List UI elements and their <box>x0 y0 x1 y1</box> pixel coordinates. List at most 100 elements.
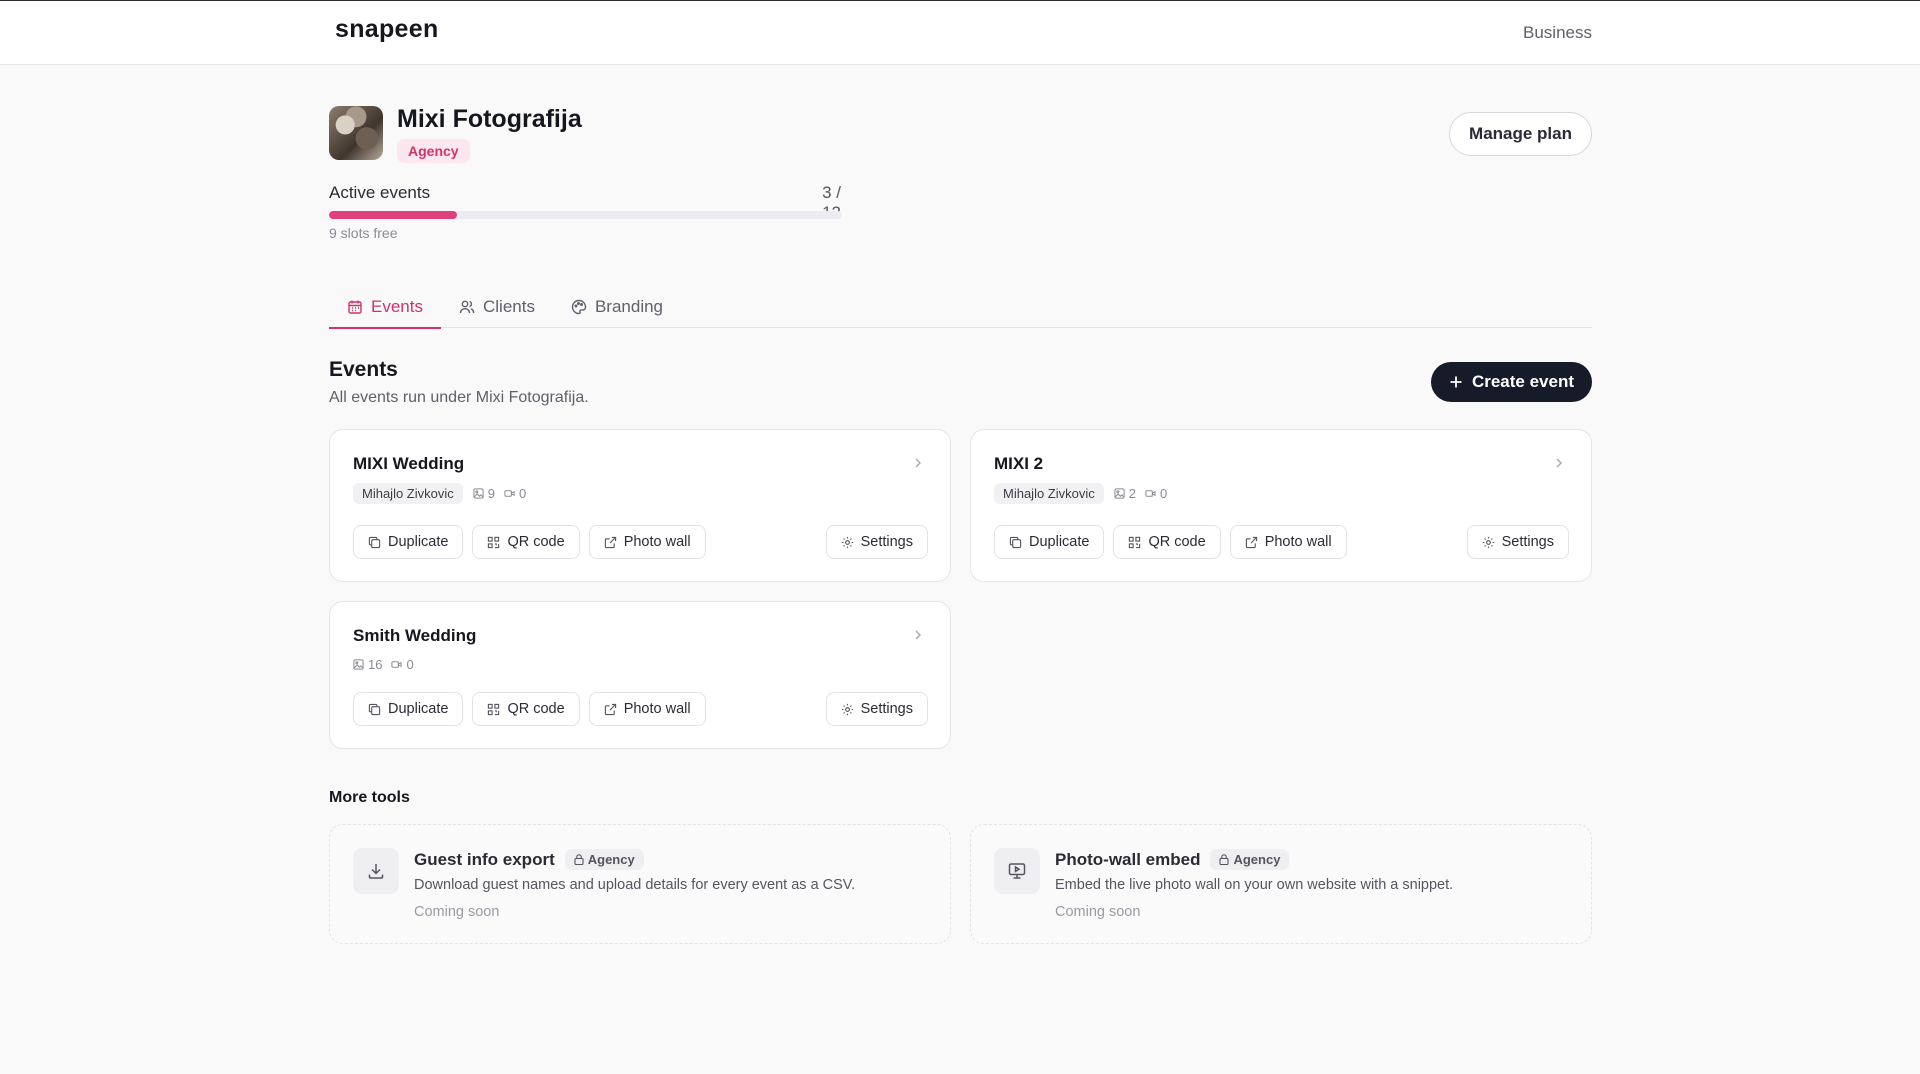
photo-wall-button[interactable]: Photo wall <box>1229 525 1347 559</box>
duplicate-label: Duplicate <box>388 701 449 717</box>
photo-wall-label: Photo wall <box>623 701 691 717</box>
manage-plan-button[interactable]: Manage plan <box>1449 112 1592 156</box>
qr-code-button[interactable]: QR code <box>472 525 580 559</box>
lock-icon <box>574 854 584 865</box>
chevron-right-icon[interactable] <box>912 629 924 641</box>
external-link-icon <box>604 703 616 715</box>
lock-icon <box>1219 854 1230 865</box>
top-navbar: snapeen Business <box>0 1 1920 65</box>
plan-badge: Agency <box>397 139 470 163</box>
tab-branding-label: Branding <box>594 296 664 316</box>
tool-title: Photo-wall embed <box>1055 849 1201 869</box>
image-icon <box>473 488 484 499</box>
settings-button[interactable]: Settings <box>825 692 928 726</box>
monitor-play-icon <box>1008 863 1026 879</box>
qr-code-button[interactable]: QR code <box>1113 525 1221 559</box>
tool-status: Coming soon <box>414 904 500 920</box>
events-subtitle: All events run under Mixi Fotografija. <box>329 389 589 406</box>
event-card[interactable]: MIXI 2 Mihajlo Zivkovic 2 0 Duplicate QR… <box>970 429 1592 582</box>
qr-code-label: QR code <box>507 701 565 717</box>
copy-icon <box>368 536 381 548</box>
active-events-progress <box>329 211 842 219</box>
tab-events[interactable]: Events <box>329 285 441 329</box>
event-actions: Duplicate QR code Photo wall Settings <box>353 525 928 559</box>
chevron-right-icon[interactable] <box>912 457 924 469</box>
slots-free-text: 9 slots free <box>329 225 398 241</box>
photo-wall-button[interactable]: Photo wall <box>588 692 706 726</box>
image-icon <box>1114 488 1125 499</box>
tool-icon-container <box>994 848 1040 894</box>
settings-label: Settings <box>860 701 913 717</box>
settings-button[interactable]: Settings <box>1466 525 1569 559</box>
app-logo[interactable]: snapeen <box>335 15 439 44</box>
photo-count-value: 16 <box>368 657 383 672</box>
photo-wall-label: Photo wall <box>1264 534 1332 550</box>
agency-lock-label: Agency <box>587 852 635 867</box>
copy-icon <box>368 703 381 715</box>
gear-icon <box>841 536 853 548</box>
users-icon <box>459 300 475 313</box>
client-chip[interactable]: Mihajlo Zivkovic <box>353 483 463 504</box>
events-heading: Events <box>329 358 398 381</box>
event-title: MIXI 2 <box>994 454 1044 473</box>
client-chip[interactable]: Mihajlo Zivkovic <box>994 483 1104 504</box>
tool-description: Embed the live photo wall on your own we… <box>1055 877 1454 893</box>
event-meta: Mihajlo Zivkovic 2 0 <box>994 483 1170 504</box>
event-meta: Mihajlo Zivkovic 9 0 <box>353 483 529 504</box>
more-tools-heading: More tools <box>329 789 410 806</box>
qr-code-icon <box>488 536 500 548</box>
agency-lock-label: Agency <box>1233 852 1281 867</box>
photo-count: 2 <box>1114 486 1136 501</box>
chevron-right-icon[interactable] <box>1553 457 1565 469</box>
org-name: Mixi Fotografija <box>397 105 582 133</box>
external-link-icon <box>1245 536 1257 548</box>
tool-title-row: Guest info export Agency <box>414 849 644 870</box>
tool-card-photo-wall-embed: Photo-wall embed Agency Embed the live p… <box>970 824 1592 944</box>
gear-icon <box>841 703 853 715</box>
tool-title-row: Photo-wall embed Agency <box>1055 849 1290 870</box>
create-event-button[interactable]: Create event <box>1430 362 1592 402</box>
tool-status: Coming soon <box>1055 904 1141 920</box>
tool-title: Guest info export <box>414 849 555 869</box>
video-count-value: 0 <box>518 486 527 501</box>
palette-icon <box>571 299 587 314</box>
photo-wall-button[interactable]: Photo wall <box>588 525 706 559</box>
active-events-progress-fill <box>329 211 458 219</box>
event-card[interactable]: Smith Wedding 16 0 Duplicate QR code Pho… <box>329 601 951 749</box>
agency-lock-badge: Agency <box>1210 849 1290 870</box>
image-icon <box>353 659 364 670</box>
copy-icon <box>1009 536 1022 548</box>
tab-branding[interactable]: Branding <box>553 285 681 328</box>
photo-count: 9 <box>473 486 495 501</box>
photo-count: 16 <box>353 657 382 672</box>
video-count: 0 <box>504 486 526 501</box>
plus-icon <box>1450 376 1462 388</box>
tool-description: Download guest names and upload details … <box>414 877 856 893</box>
tab-clients[interactable]: Clients <box>441 285 553 328</box>
video-icon <box>391 661 403 668</box>
settings-button[interactable]: Settings <box>825 525 928 559</box>
gear-icon <box>1482 536 1494 548</box>
create-event-label: Create event <box>1471 372 1574 391</box>
section-tabs: Events Clients Branding <box>329 285 1592 329</box>
photo-count-value: 2 <box>1128 486 1136 501</box>
duplicate-button[interactable]: Duplicate <box>353 692 464 726</box>
calendar-icon <box>348 300 362 314</box>
qr-code-button[interactable]: QR code <box>472 692 580 726</box>
settings-label: Settings <box>860 534 913 550</box>
video-count-value: 0 <box>406 657 414 672</box>
event-actions: Duplicate QR code Photo wall Settings <box>994 525 1569 559</box>
duplicate-label: Duplicate <box>1029 534 1090 550</box>
photo-wall-label: Photo wall <box>623 534 691 550</box>
duplicate-button[interactable]: Duplicate <box>353 525 464 559</box>
event-title: Smith Wedding <box>353 626 477 645</box>
qr-code-label: QR code <box>507 534 565 550</box>
org-avatar <box>329 106 383 160</box>
event-meta: 16 0 <box>353 657 417 672</box>
business-link[interactable]: Business <box>1523 23 1592 43</box>
event-card[interactable]: MIXI Wedding Mihajlo Zivkovic 9 0 Duplic… <box>329 429 951 582</box>
video-count-value: 0 <box>1159 486 1168 501</box>
settings-label: Settings <box>1501 534 1554 550</box>
duplicate-button[interactable]: Duplicate <box>994 525 1105 559</box>
tool-icon-container <box>353 848 399 894</box>
